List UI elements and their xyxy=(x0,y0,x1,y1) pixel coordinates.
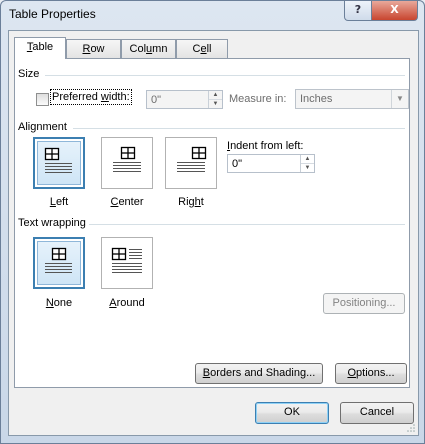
align-right-label-rest: t xyxy=(200,196,204,208)
wrap-around-label: Around xyxy=(97,297,157,309)
tab-cell-label-rest: ll xyxy=(206,43,212,55)
align-right-label: Right xyxy=(161,196,221,208)
align-right-option[interactable] xyxy=(165,137,217,189)
cancel-button[interactable]: Cancel xyxy=(340,402,414,424)
spin-down-icon[interactable]: ▼ xyxy=(301,164,314,172)
align-left-icon xyxy=(44,147,72,173)
measure-in-select[interactable]: Inches ▼ xyxy=(295,89,409,109)
tab-column-label-rest: mn xyxy=(152,43,168,55)
dialog-body: Table Row Column Cell Size Preferred wid… xyxy=(8,30,419,436)
tab-cell[interactable]: Cell xyxy=(176,39,228,58)
borders-label-rest: orders and Shading... xyxy=(210,367,316,379)
tab-table-label-rest: able xyxy=(32,41,54,53)
align-left-label-rest: eft xyxy=(55,196,69,208)
align-right-label-pre: Rig xyxy=(178,196,195,208)
wrap-none-label-rest: one xyxy=(53,297,73,309)
chevron-down-icon[interactable]: ▼ xyxy=(391,90,408,108)
text-wrapping-group-label: Text wrapping xyxy=(18,217,86,229)
close-button[interactable]: X xyxy=(371,1,418,21)
wrap-around-icon xyxy=(111,247,142,273)
size-divider xyxy=(45,75,405,76)
align-right-icon xyxy=(177,146,207,172)
tab-row-label-rest: ow xyxy=(90,43,105,55)
table-properties-dialog: Table Properties ? X Table Row Column Ce… xyxy=(0,0,425,444)
wrap-none-label: None xyxy=(29,297,89,309)
wrap-around-option[interactable] xyxy=(101,237,153,289)
preferred-width-label-post: idth: xyxy=(108,91,130,103)
indent-from-left-label: Indent from left: xyxy=(227,140,303,152)
preferred-width-spin-arrows[interactable]: ▲ ▼ xyxy=(208,91,222,108)
borders-mnemonic: B xyxy=(202,367,211,379)
alignment-divider xyxy=(73,128,405,129)
measure-in-value: Inches xyxy=(300,93,333,105)
indent-from-left-spinner[interactable]: 0" ▲ ▼ xyxy=(227,154,315,173)
align-center-label-rest: enter xyxy=(118,196,144,208)
alignment-group-label: Alignment xyxy=(18,121,67,133)
align-center-label: Center xyxy=(97,196,157,208)
wrap-none-option[interactable] xyxy=(33,237,85,289)
indent-spin-arrows[interactable]: ▲ ▼ xyxy=(300,155,314,172)
tab-column[interactable]: Column xyxy=(121,39,176,58)
preferred-width-label-pre: Preferred xyxy=(52,91,101,103)
dialog-title: Table Properties xyxy=(9,7,96,21)
positioning-button[interactable]: Positioning... xyxy=(323,293,405,314)
align-center-option[interactable] xyxy=(101,137,153,189)
size-group-label: Size xyxy=(18,68,40,80)
tab-column-label-pre: Col xyxy=(129,43,147,55)
spin-down-icon[interactable]: ▼ xyxy=(209,100,222,108)
wrap-around-label-rest: round xyxy=(116,297,145,309)
wrap-none-icon xyxy=(45,247,72,273)
preferred-width-mnemonic: w xyxy=(100,91,109,103)
borders-and-shading-button[interactable]: Borders and Shading... xyxy=(195,363,323,384)
preferred-width-value: 0" xyxy=(151,94,162,106)
options-mnemonic: O xyxy=(347,367,357,379)
resize-grip-icon[interactable] xyxy=(406,423,416,433)
align-left-option[interactable] xyxy=(33,137,85,189)
options-label-rest: ptions... xyxy=(356,367,395,379)
text-wrapping-divider xyxy=(89,224,405,225)
tab-table[interactable]: Table xyxy=(14,37,66,59)
title-bar[interactable]: Table Properties ? X xyxy=(1,1,424,29)
help-button[interactable]: ? xyxy=(344,1,372,21)
spin-up-icon[interactable]: ▲ xyxy=(301,155,314,164)
ok-button[interactable]: OK xyxy=(255,402,329,424)
wrap-none-mnemonic: N xyxy=(45,297,54,309)
align-center-icon xyxy=(113,146,141,172)
table-tab-panel: Size Preferred width: 0" ▲ ▼ Measure in:… xyxy=(14,58,410,388)
spin-up-icon[interactable]: ▲ xyxy=(209,91,222,100)
align-left-label: Left xyxy=(29,196,89,208)
options-button[interactable]: Options... xyxy=(335,363,407,384)
preferred-width-label[interactable]: Preferred width: xyxy=(50,89,132,105)
preferred-width-spinner[interactable]: 0" ▲ ▼ xyxy=(146,90,223,109)
indent-label-rest: ndent from left: xyxy=(230,140,304,152)
tab-row[interactable]: Row xyxy=(66,39,121,58)
wrap-around-mnemonic: A xyxy=(109,297,117,309)
preferred-width-checkbox[interactable] xyxy=(36,93,49,106)
measure-in-label: Measure in: xyxy=(229,93,287,105)
indent-value: 0" xyxy=(232,158,243,170)
